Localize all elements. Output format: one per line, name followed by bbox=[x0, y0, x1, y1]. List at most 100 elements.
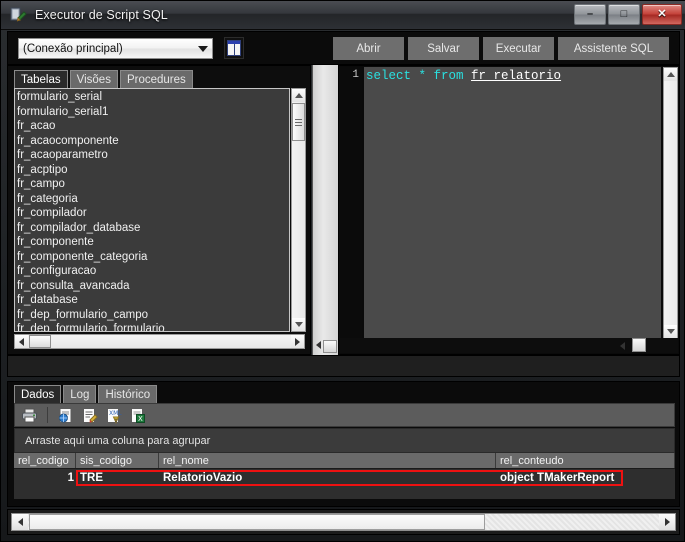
list-item[interactable]: fr_acptipo bbox=[17, 163, 289, 178]
cell-rel_nome[interactable]: RelatorioVazio bbox=[159, 469, 496, 486]
scroll-right-icon[interactable] bbox=[659, 514, 675, 530]
column-header-sis_codigo[interactable]: sis_codigo bbox=[76, 453, 159, 468]
splitter-handle[interactable] bbox=[323, 340, 337, 353]
export-html-icon[interactable] bbox=[57, 407, 74, 424]
list-item[interactable]: fr_campo bbox=[17, 177, 289, 192]
results-grid-header: rel_codigosis_codigorel_nomerel_conteudo bbox=[14, 453, 675, 469]
tab-label: Histórico bbox=[105, 389, 150, 401]
tab-vis-es[interactable]: Visões bbox=[70, 70, 118, 88]
sql-editor-panel: 1 select * from fr_relatorio bbox=[338, 65, 680, 355]
list-item[interactable]: fr_acao bbox=[17, 119, 289, 134]
list-item[interactable]: formulario_serial bbox=[17, 90, 289, 105]
open-button[interactable]: Abrir bbox=[333, 37, 404, 60]
chevron-down-icon bbox=[198, 46, 208, 52]
application-window: Executor de Script SQL – □ ✕ (Conexão pr… bbox=[0, 0, 685, 542]
list-item[interactable]: fr_acaoparametro bbox=[17, 148, 289, 163]
cell-rel_conteudo[interactable]: object TMakerReport bbox=[496, 469, 675, 486]
list-item[interactable]: fr_configuracao bbox=[17, 264, 289, 279]
execute-button-label: Executar bbox=[496, 43, 541, 55]
editor-vertical-scrollbar[interactable] bbox=[663, 67, 678, 339]
sql-keyword-text: select * from bbox=[366, 69, 471, 83]
tab-procedures[interactable]: Procedures bbox=[120, 70, 193, 88]
table-list[interactable]: formulario_serialformulario_serial1fr_ac… bbox=[14, 88, 290, 332]
scroll-right-icon[interactable] bbox=[291, 335, 304, 348]
save-button-label: Salvar bbox=[427, 43, 460, 55]
save-button[interactable]: Salvar bbox=[408, 37, 479, 60]
list-item[interactable]: fr_compilador_database bbox=[17, 221, 289, 236]
connection-select[interactable]: (Conexão principal) bbox=[18, 38, 213, 59]
scroll-down-icon[interactable] bbox=[664, 325, 677, 338]
cell-rel_codigo[interactable]: 1 bbox=[14, 469, 76, 486]
scroll-down-icon[interactable] bbox=[292, 318, 305, 331]
sql-wizard-button[interactable]: Assistente SQL bbox=[558, 37, 669, 60]
tab-label: Procedures bbox=[127, 74, 186, 86]
list-item[interactable]: fr_dep_formulario_formulario bbox=[17, 322, 289, 332]
scroll-thumb-horizontal[interactable] bbox=[29, 335, 51, 348]
sql-wizard-button-label: Assistente SQL bbox=[574, 43, 653, 55]
tab-label: Tabelas bbox=[21, 74, 61, 86]
group-by-panel[interactable]: Arraste aqui uma coluna para agrupar bbox=[14, 428, 675, 453]
scroll-thumb-horizontal[interactable] bbox=[29, 514, 485, 530]
tab-dados[interactable]: Dados bbox=[14, 385, 61, 403]
list-item[interactable]: fr_dep_formulario_campo bbox=[17, 308, 289, 323]
tab-hist-rico[interactable]: Histórico bbox=[98, 385, 157, 403]
editor-horizontal-scrollbar[interactable] bbox=[340, 338, 678, 353]
connection-manager-icon[interactable] bbox=[224, 37, 244, 59]
separator-band bbox=[7, 355, 680, 377]
window-controls: – □ ✕ bbox=[574, 4, 682, 25]
table-list-horizontal-scrollbar[interactable] bbox=[14, 334, 305, 349]
title-bar: Executor de Script SQL – □ ✕ bbox=[1, 1, 685, 30]
scroll-left-icon[interactable] bbox=[15, 335, 28, 348]
svg-text:XML: XML bbox=[109, 410, 122, 417]
scroll-up-icon[interactable] bbox=[664, 68, 677, 81]
column-header-rel_nome[interactable]: rel_nome bbox=[159, 453, 496, 468]
list-item[interactable]: formulario_serial1 bbox=[17, 105, 289, 120]
table-list-vertical-scrollbar[interactable] bbox=[291, 88, 306, 332]
splitter-collapse-icon[interactable] bbox=[316, 341, 321, 349]
list-item[interactable]: fr_componente bbox=[17, 235, 289, 250]
column-header-rel_conteudo[interactable]: rel_conteudo bbox=[496, 453, 675, 468]
tab-log[interactable]: Log bbox=[63, 385, 96, 403]
list-item[interactable]: fr_categoria bbox=[17, 192, 289, 207]
results-grid-body: 1TRERelatorioVazioobject TMakerReport bbox=[14, 469, 675, 499]
scroll-thumb-horizontal[interactable] bbox=[632, 338, 646, 352]
export-xml-icon[interactable]: XML bbox=[105, 407, 122, 424]
list-item[interactable]: fr_database bbox=[17, 293, 289, 308]
scroll-left-icon[interactable] bbox=[620, 342, 625, 350]
list-item[interactable]: fr_acaocomponente bbox=[17, 134, 289, 149]
open-button-label: Abrir bbox=[356, 43, 380, 55]
export-text-icon[interactable] bbox=[81, 407, 98, 424]
close-button[interactable]: ✕ bbox=[642, 4, 682, 25]
scroll-thumb[interactable] bbox=[292, 103, 305, 141]
connection-select-value: (Conexão principal) bbox=[23, 43, 123, 55]
scroll-up-icon[interactable] bbox=[292, 89, 305, 102]
cell-sis_codigo[interactable]: TRE bbox=[76, 469, 159, 486]
tab-tabelas[interactable]: Tabelas bbox=[14, 70, 68, 88]
sql-editor-input[interactable]: select * from fr_relatorio bbox=[364, 67, 661, 339]
tab-label: Dados bbox=[21, 389, 54, 401]
table-row[interactable]: 1TRERelatorioVazioobject TMakerReport bbox=[14, 469, 675, 486]
window-title: Executor de Script SQL bbox=[35, 8, 168, 22]
toolbar-separator bbox=[47, 407, 48, 423]
results-horizontal-scrollbar[interactable] bbox=[11, 513, 676, 531]
main-toolbar: (Conexão principal) Abrir Salvar Executa… bbox=[7, 31, 680, 65]
print-icon[interactable] bbox=[21, 407, 38, 424]
line-number: 1 bbox=[352, 69, 359, 81]
tab-label: Log bbox=[70, 389, 89, 401]
tab-label: Visões bbox=[77, 74, 111, 86]
maximize-button[interactable]: □ bbox=[608, 4, 640, 25]
list-item[interactable]: fr_compilador bbox=[17, 206, 289, 221]
list-item[interactable]: fr_componente_categoria bbox=[17, 250, 289, 265]
sql-identifier-text: fr_relatorio bbox=[471, 69, 561, 83]
results-tabs: Dados Log Histórico bbox=[14, 385, 157, 403]
execute-button[interactable]: Executar bbox=[483, 37, 554, 60]
editor-line-numbers: 1 bbox=[340, 67, 362, 339]
bottom-scroll-area bbox=[7, 509, 680, 535]
scroll-left-icon[interactable] bbox=[12, 514, 28, 530]
list-item[interactable]: fr_consulta_avancada bbox=[17, 279, 289, 294]
column-header-rel_codigo[interactable]: rel_codigo bbox=[14, 453, 76, 468]
minimize-button[interactable]: – bbox=[574, 4, 606, 25]
svg-text:X: X bbox=[138, 415, 143, 423]
panel-splitter[interactable] bbox=[312, 65, 340, 355]
export-excel-icon[interactable]: X bbox=[129, 407, 146, 424]
